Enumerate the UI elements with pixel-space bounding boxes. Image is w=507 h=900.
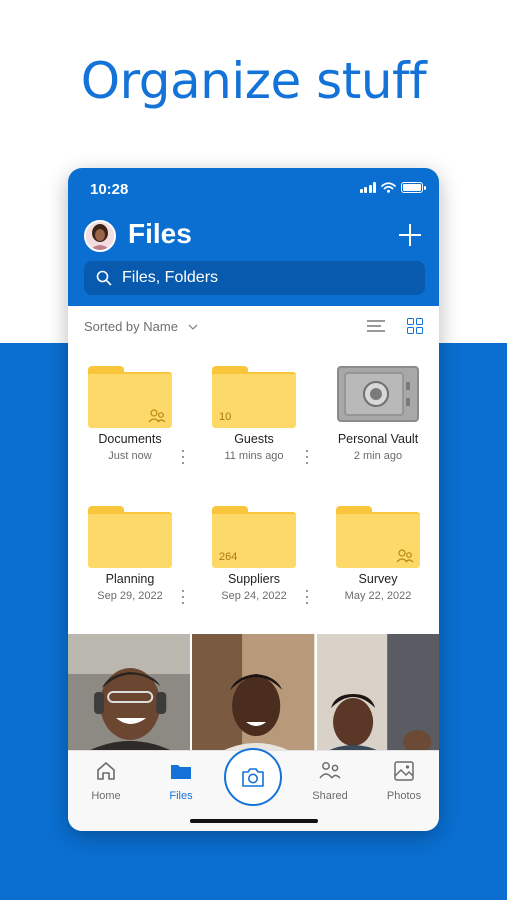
file-name: Personal Vault — [337, 432, 419, 446]
file-name: Documents — [98, 432, 162, 446]
more-options-icon[interactable] — [304, 450, 310, 464]
people-icon — [319, 762, 341, 779]
tab-label: Photos — [386, 790, 422, 802]
folder-icon — [171, 765, 191, 779]
sort-dropdown[interactable]: Sorted by Name — [84, 319, 198, 334]
phone-frame: 10:28 Files Files, Folders Sorted by Nam… — [68, 168, 439, 831]
shared-people-icon — [396, 549, 414, 563]
wifi-icon — [381, 182, 396, 193]
app-header: 10:28 Files — [68, 168, 439, 306]
sort-label: Sorted by Name — [84, 319, 178, 334]
camera-button[interactable] — [224, 748, 282, 806]
status-time: 10:28 — [90, 181, 129, 198]
tab-label: Home — [91, 790, 121, 802]
list-view-icon[interactable] — [367, 318, 385, 334]
battery-icon — [401, 182, 426, 193]
file-modified: Just now — [108, 450, 152, 462]
file-modified: Sep 24, 2022 — [221, 590, 287, 602]
shared-people-icon — [148, 409, 166, 423]
status-icons — [359, 182, 426, 193]
home-indicator — [190, 819, 318, 823]
file-tile-suppliers[interactable]: 264 Suppliers Sep 24, 2022 — [192, 490, 316, 620]
folder-item-count: 10 — [219, 411, 232, 423]
photo-thumbnail[interactable] — [316, 634, 439, 752]
file-name: Guests — [234, 432, 274, 446]
tab-photos[interactable]: Photos — [374, 759, 434, 802]
folder-icon: 10 — [212, 366, 296, 428]
more-options-icon[interactable] — [304, 590, 310, 604]
file-name: Planning — [105, 572, 155, 586]
grid-view-icon[interactable] — [407, 318, 423, 334]
file-modified: Sep 29, 2022 — [97, 590, 163, 602]
more-options-icon[interactable] — [180, 590, 186, 604]
photo-strip — [68, 634, 439, 752]
home-icon — [97, 762, 115, 780]
folder-icon — [336, 506, 420, 568]
search-input[interactable] — [122, 269, 402, 287]
tab-label: Files — [169, 790, 193, 802]
page-title: Files — [128, 218, 192, 249]
folder-icon — [88, 366, 172, 428]
file-tile-planning[interactable]: Planning Sep 29, 2022 — [68, 490, 192, 620]
more-options-icon[interactable] — [438, 590, 439, 604]
search-bar[interactable] — [84, 261, 425, 295]
chevron-down-icon — [188, 324, 198, 330]
bottom-tab-bar: Home Files Shared Photos — [68, 748, 439, 831]
folder-icon: 264 — [212, 506, 296, 568]
search-icon — [96, 270, 112, 286]
file-name: Survey — [358, 572, 398, 586]
more-options-icon[interactable] — [180, 450, 186, 464]
vault-icon — [336, 366, 420, 428]
photo-thumbnail[interactable] — [192, 634, 315, 752]
photo-thumbnail[interactable] — [68, 634, 191, 752]
sort-toolbar: Sorted by Name — [68, 306, 439, 346]
file-modified: 11 mins ago — [224, 450, 284, 462]
tab-label: Shared — [312, 790, 348, 802]
signal-icon — [359, 182, 376, 193]
file-tile-guests[interactable]: 10 Guests 11 mins ago — [192, 350, 316, 480]
avatar[interactable] — [84, 220, 116, 252]
tab-home[interactable]: Home — [76, 759, 136, 802]
file-modified: May 22, 2022 — [344, 590, 412, 602]
file-modified: 2 min ago — [353, 450, 403, 462]
file-tile-survey[interactable]: Survey May 22, 2022 — [316, 490, 439, 620]
file-name: Suppliers — [227, 572, 281, 586]
more-options-icon[interactable] — [438, 450, 439, 464]
file-tile-documents[interactable]: Documents Just now — [68, 350, 192, 480]
camera-icon — [242, 768, 264, 787]
file-tile-personal-vault[interactable]: Personal Vault 2 min ago — [316, 350, 439, 480]
add-button[interactable] — [397, 222, 423, 248]
folder-icon — [88, 506, 172, 568]
photo-icon — [394, 761, 414, 781]
folder-item-count: 264 — [219, 551, 238, 563]
promo-headline: Organize stuff — [80, 52, 427, 110]
tab-files[interactable]: Files — [151, 759, 211, 802]
tab-shared[interactable]: Shared — [300, 759, 360, 802]
